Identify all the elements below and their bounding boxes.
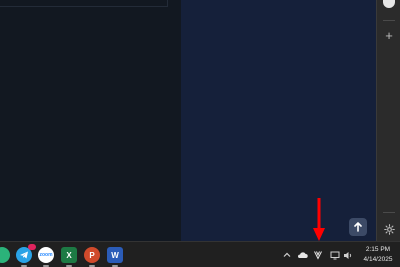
gear-icon bbox=[383, 223, 395, 235]
taskbar-app-telegram[interactable] bbox=[16, 244, 36, 267]
telegram-icon bbox=[20, 251, 28, 259]
vpn-v-icon bbox=[314, 251, 322, 260]
taskbar-app-powerpoint[interactable]: P bbox=[84, 247, 100, 267]
app-right-pane bbox=[181, 0, 376, 241]
speaker-icon bbox=[344, 251, 352, 259]
zoom-icon: zoom bbox=[39, 252, 53, 258]
top-panel-box bbox=[0, 0, 168, 7]
tray-onedrive[interactable] bbox=[296, 249, 308, 261]
tray-display[interactable] bbox=[329, 249, 341, 261]
tray-volume[interactable] bbox=[342, 249, 354, 261]
clock-date: 4/14/2025 bbox=[363, 256, 393, 263]
onedrive-cloud-icon bbox=[297, 252, 308, 258]
clock-time: 2:15 PM bbox=[365, 246, 391, 253]
taskbar-app-partial[interactable] bbox=[0, 247, 10, 263]
taskbar-app-excel[interactable]: X bbox=[61, 247, 77, 267]
word-icon: W bbox=[111, 250, 119, 260]
chevron-up-icon bbox=[283, 252, 291, 257]
arrow-up-icon bbox=[354, 222, 362, 232]
taskbar-clock[interactable]: 2:15 PM 4/14/2025 bbox=[358, 245, 398, 265]
plus-icon: + bbox=[385, 27, 393, 43]
powerpoint-icon: P bbox=[89, 250, 95, 260]
taskbar-app-zoom[interactable]: zoom bbox=[38, 247, 54, 267]
profile-avatar-icon[interactable] bbox=[383, 0, 395, 8]
tray-vpn[interactable] bbox=[312, 249, 324, 261]
sidebar-divider bbox=[383, 20, 395, 21]
taskbar: zoom X P W 2:15 PM 4/14/2025 bbox=[0, 241, 400, 267]
desktop-screen: + zoom X P W 2:15 PM 4/14/2025 bbox=[0, 0, 400, 267]
sidebar-divider-bottom bbox=[383, 212, 395, 213]
edge-sidebar: + bbox=[376, 0, 400, 241]
notification-badge bbox=[28, 244, 36, 250]
add-sidebar-button[interactable]: + bbox=[381, 27, 397, 43]
app-left-pane bbox=[0, 0, 181, 241]
excel-icon: X bbox=[66, 250, 72, 260]
scroll-to-top-button[interactable] bbox=[349, 218, 367, 236]
sidebar-settings-button[interactable] bbox=[381, 221, 397, 237]
display-icon bbox=[330, 251, 340, 259]
tray-overflow-button[interactable] bbox=[281, 249, 293, 261]
red-arrow-annotation bbox=[313, 198, 325, 241]
taskbar-app-word[interactable]: W bbox=[107, 247, 123, 267]
